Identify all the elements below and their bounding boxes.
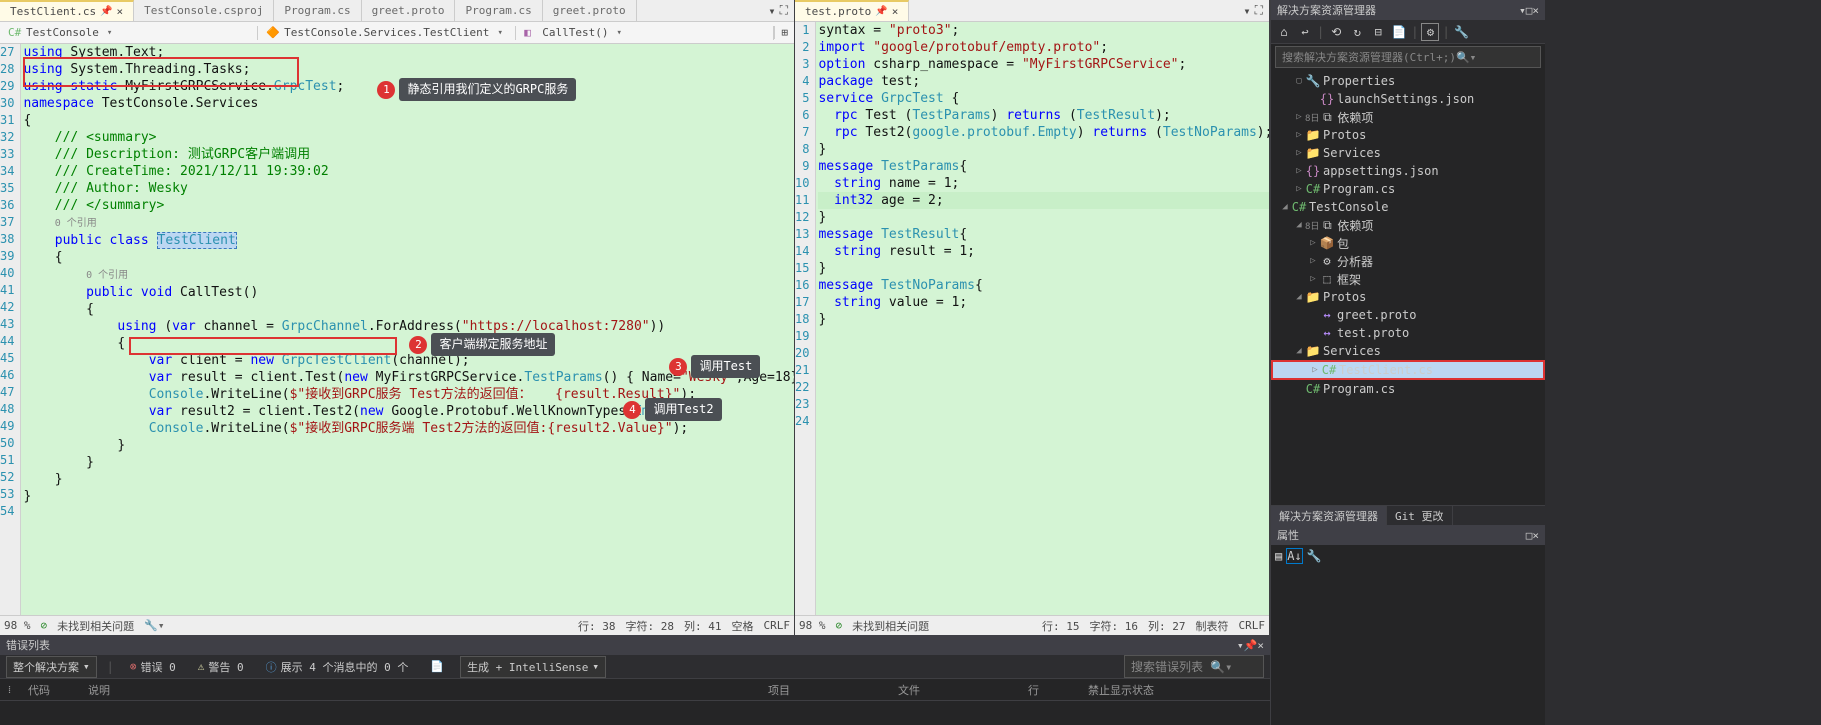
- collapse-icon[interactable]: ⊟: [1369, 23, 1387, 41]
- tab-greet-proto[interactable]: greet.proto: [362, 0, 456, 21]
- tab-testconsole-csproj[interactable]: TestConsole.csproj: [134, 0, 274, 21]
- breadcrumb-left: C#TestConsole▾ 🔶TestConsole.Services.Tes…: [0, 22, 794, 44]
- close-icon[interactable]: ×: [1532, 529, 1539, 542]
- home-icon[interactable]: ⌂: [1275, 23, 1293, 41]
- dropdown-icon[interactable]: ▾: [1519, 4, 1526, 17]
- warnings-filter[interactable]: ⚠警告 0: [192, 657, 250, 677]
- close-icon[interactable]: ×: [1257, 639, 1264, 652]
- build-combo[interactable]: 生成 + IntelliSense ▾: [460, 656, 606, 678]
- pin-icon[interactable]: 📌: [1244, 639, 1258, 652]
- search-error-input[interactable]: 搜索错误列表 🔍▾: [1124, 655, 1264, 678]
- back-icon[interactable]: ↩: [1296, 23, 1314, 41]
- dropdown-icon[interactable]: ▾: [1243, 4, 1250, 18]
- tree-item-services[interactable]: ◢📁Services: [1271, 342, 1545, 360]
- build-filter[interactable]: 📄: [424, 658, 450, 675]
- refresh-icon[interactable]: ↻: [1348, 23, 1366, 41]
- tab-greet-proto[interactable]: greet.proto: [543, 0, 637, 21]
- error-col-4[interactable]: 行: [1020, 682, 1080, 698]
- solution-tree[interactable]: ▢🔧Properties{}launchSettings.json▷8日⧉依赖项…: [1271, 70, 1545, 505]
- tree-item--[interactable]: ◢8日⧉依赖项: [1271, 216, 1545, 234]
- tree-item-testclient-cs[interactable]: ▷C#TestClient.cs: [1271, 360, 1545, 380]
- pin-icon[interactable]: 📌: [875, 6, 887, 17]
- errors-filter[interactable]: ⊗错误 0: [124, 657, 182, 677]
- code-editor-right[interactable]: 1 2 3 4 5 6 7 8 9 10 11 12 13 14 15 16 1…: [795, 22, 1269, 615]
- scope-combo[interactable]: 整个解决方案 ▾: [6, 656, 97, 678]
- error-col-1[interactable]: 说明: [80, 682, 760, 698]
- dropdown-icon[interactable]: ▾: [1237, 639, 1244, 652]
- error-list-title: 错误列表: [6, 637, 50, 653]
- status-bar-left: 98 % ⊘ 未找到相关问题 🔧▾ 行: 38 字符: 28 列: 41 空格 …: [0, 615, 794, 635]
- solution-search-input[interactable]: 搜索解决方案资源管理器(Ctrl+;)🔍▾: [1275, 46, 1541, 68]
- sort-icon[interactable]: A↓: [1286, 548, 1302, 564]
- tree-item--[interactable]: ▷⚙分析器: [1271, 252, 1545, 270]
- tree-item--[interactable]: ▷8日⧉依赖项: [1271, 108, 1545, 126]
- tab-bar-right: test.proto 📌 × ▾ ⛶: [795, 0, 1269, 22]
- error-col-5[interactable]: 禁止显示状态: [1080, 682, 1200, 698]
- panel-tab-0[interactable]: 解决方案资源管理器: [1271, 506, 1387, 525]
- tab-bar-left: TestClient.cs 📌 ×TestConsole.csprojProgr…: [0, 0, 794, 22]
- maximize-icon[interactable]: ⛶: [1255, 3, 1263, 18]
- error-col-3[interactable]: 文件: [890, 682, 1020, 698]
- tree-item-properties[interactable]: ▢🔧Properties: [1271, 72, 1545, 90]
- tab-testclient-cs[interactable]: TestClient.cs 📌 ×: [0, 0, 134, 21]
- split-editor-icon[interactable]: ⊞: [774, 26, 794, 39]
- sync-icon[interactable]: ⟲: [1327, 23, 1345, 41]
- wrench-icon[interactable]: 🔧: [1307, 549, 1322, 563]
- properties-icon[interactable]: ⚙: [1421, 23, 1439, 41]
- zoom-level[interactable]: 98 %: [4, 619, 31, 632]
- close-icon[interactable]: ×: [117, 5, 124, 18]
- tab-program-cs[interactable]: Program.cs: [274, 0, 361, 21]
- tree-item-program-cs[interactable]: C#Program.cs: [1271, 380, 1545, 398]
- tree-item-launchsettings-json[interactable]: {}launchSettings.json: [1271, 90, 1545, 108]
- tree-item-greet-proto[interactable]: ↔greet.proto: [1271, 306, 1545, 324]
- wrench-icon[interactable]: 🔧▾: [144, 619, 164, 632]
- tree-item-services[interactable]: ▷📁Services: [1271, 144, 1545, 162]
- status-ok-icon: ⊘: [836, 619, 843, 632]
- tab-test-proto[interactable]: test.proto 📌 ×: [795, 0, 909, 21]
- close-icon[interactable]: ×: [1532, 4, 1539, 17]
- tab-program-cs[interactable]: Program.cs: [455, 0, 542, 21]
- code-editor-left[interactable]: 27 28 29 30 31 32 33 34 35 36 37 38 39 4…: [0, 44, 794, 615]
- error-list-panel: 错误列表▾ 📌 × 整个解决方案 ▾ | ⊗错误 0 ⚠警告 0 ⓘ展示 4 个…: [0, 635, 1270, 725]
- maximize-icon[interactable]: ⛶: [780, 3, 788, 18]
- properties-title: 属性: [1277, 527, 1299, 543]
- error-col-2[interactable]: 项目: [760, 682, 890, 698]
- solution-explorer-title: 解决方案资源管理器: [1277, 2, 1376, 18]
- tree-item-testconsole[interactable]: ◢C#TestConsole: [1271, 198, 1545, 216]
- status-ok-icon: ⊘: [41, 619, 48, 632]
- tree-item-protos[interactable]: ▷📁Protos: [1271, 126, 1545, 144]
- tree-item-appsettings-json[interactable]: ▷{}appsettings.json: [1271, 162, 1545, 180]
- show-all-icon[interactable]: 📄: [1390, 23, 1408, 41]
- tree-item--[interactable]: ▷📦包: [1271, 234, 1545, 252]
- issues-text: 未找到相关问题: [57, 618, 134, 634]
- breadcrumb-project[interactable]: C#TestConsole▾: [0, 26, 258, 40]
- dropdown-icon[interactable]: ▾: [768, 4, 775, 18]
- pin-icon[interactable]: 📌: [100, 6, 112, 17]
- panel-tab-1[interactable]: Git 更改: [1387, 506, 1453, 525]
- solution-toolbar: ⌂ ↩ | ⟲ ↻ ⊟ 📄 | ⚙ | 🔧: [1271, 20, 1545, 44]
- breadcrumb-member[interactable]: ◧CallTest()▾: [516, 26, 774, 40]
- breadcrumb-type[interactable]: 🔶TestConsole.Services.TestClient▾: [258, 26, 516, 40]
- tree-item-program-cs[interactable]: ▷C#Program.cs: [1271, 180, 1545, 198]
- tree-item-protos[interactable]: ◢📁Protos: [1271, 288, 1545, 306]
- preview-icon[interactable]: 🔧: [1453, 23, 1471, 41]
- info-filter[interactable]: ⓘ展示 4 个消息中的 0 个: [260, 657, 415, 677]
- categorize-icon[interactable]: ▤: [1275, 549, 1282, 563]
- error-col-0[interactable]: 代码: [20, 682, 80, 698]
- tree-item-test-proto[interactable]: ↔test.proto: [1271, 324, 1545, 342]
- status-bar-right: 98 % ⊘ 未找到相关问题 行: 15 字符: 16 列: 27 制表符 CR…: [795, 615, 1269, 635]
- tree-item--[interactable]: ▷⬚框架: [1271, 270, 1545, 288]
- close-icon[interactable]: ×: [892, 5, 899, 18]
- maximize-icon[interactable]: □: [1526, 4, 1533, 17]
- maximize-icon[interactable]: □: [1526, 529, 1533, 542]
